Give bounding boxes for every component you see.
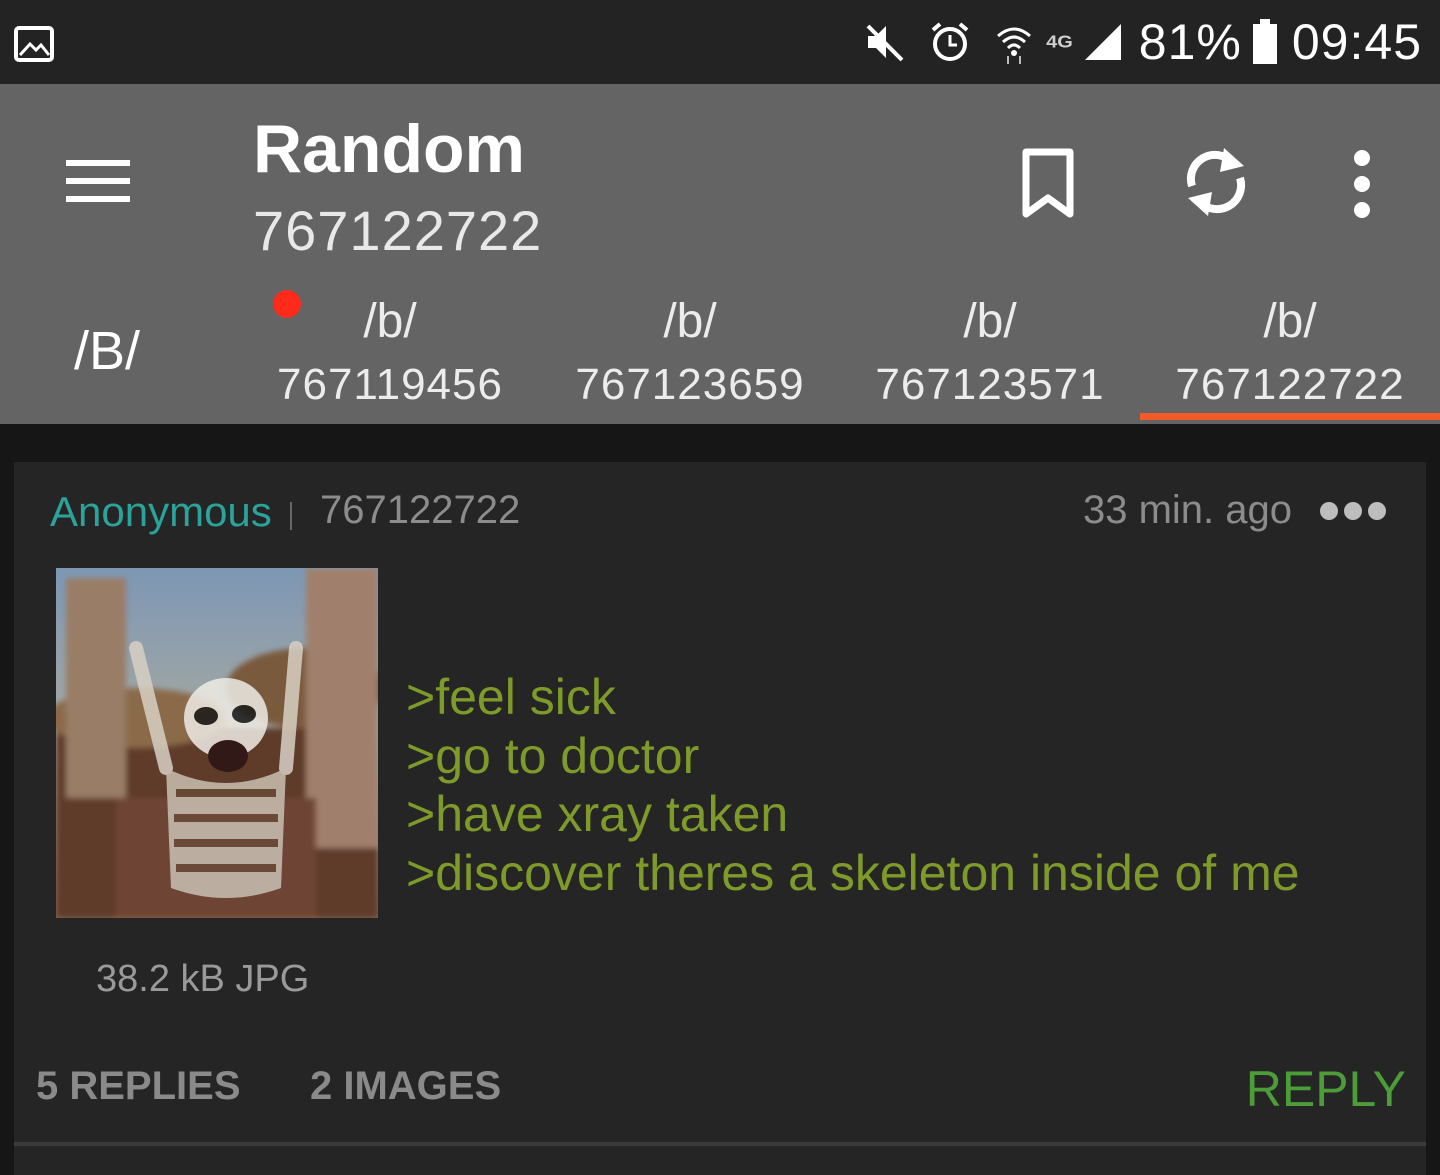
- comment-line: >discover theres a skeleton inside of me: [406, 844, 1300, 901]
- clock: 09:45: [1291, 14, 1422, 70]
- refresh-icon[interactable]: [1178, 140, 1254, 224]
- wifi-icon: [994, 20, 1034, 64]
- tab-thread[interactable]: /b/ 767119456: [240, 284, 540, 424]
- more-vert-icon[interactable]: [1338, 144, 1386, 224]
- comment-line: >feel sick: [406, 669, 616, 725]
- board-label: /B/: [74, 321, 141, 381]
- tab-board: /b/: [963, 295, 1017, 348]
- bookmark-icon[interactable]: [1016, 146, 1080, 222]
- images-count[interactable]: 2 IMAGES: [310, 1064, 501, 1109]
- menu-icon[interactable]: [58, 154, 138, 210]
- tab-board: /b/: [1263, 295, 1317, 348]
- post-comment: >feel sick >go to doctor >have xray take…: [406, 668, 1300, 902]
- poster-name: Anonymous: [50, 488, 272, 535]
- file-info: 38.2 kB JPG: [96, 958, 310, 1000]
- post-number[interactable]: 767122722: [320, 488, 520, 533]
- status-bar: 4G 81% 09:45: [0, 0, 1440, 84]
- comment-line: >go to doctor: [406, 727, 700, 784]
- page-title: Random: [253, 111, 525, 187]
- comment-line: >have xray taken: [406, 786, 789, 842]
- replies-count[interactable]: 5 REPLIES: [36, 1064, 241, 1109]
- toolbar: Random 767122722: [0, 84, 1440, 284]
- active-tab-indicator: [1140, 413, 1440, 420]
- tab-thread[interactable]: /b/ 767123659: [540, 284, 840, 424]
- tab-thread[interactable]: /b/ 767123571: [840, 284, 1140, 424]
- tab-thread-number: 767119456: [277, 360, 503, 409]
- tab-thread-number: 767122722: [1175, 360, 1405, 409]
- tab-thread-number: 767123571: [875, 360, 1105, 409]
- reply-button[interactable]: REPLY: [1246, 1060, 1406, 1118]
- mute-icon: [862, 20, 906, 64]
- signal-icon: [1081, 20, 1125, 64]
- post-time: 33 min. ago: [1082, 488, 1292, 532]
- header-divider: [290, 502, 292, 530]
- alarm-icon: [928, 20, 972, 64]
- battery-percent: 81%: [1138, 14, 1242, 70]
- tab-board: /b/: [663, 295, 717, 348]
- tab-thread-number: 767123659: [575, 360, 805, 409]
- tab-board: /b/: [363, 295, 417, 348]
- next-post-card: [14, 1146, 1426, 1175]
- gallery-icon: [14, 26, 54, 62]
- tab-thread-active[interactable]: /b/ 767122722: [1140, 284, 1440, 424]
- network-type: 4G: [1046, 31, 1073, 52]
- battery-icon: [1252, 19, 1278, 65]
- thread-number-subtitle: 767122722: [253, 199, 543, 262]
- post-options-icon[interactable]: [1320, 502, 1394, 526]
- thread-tabs: /B/ /b/ 767119456 /b/ 767123659 /b/ 7671…: [0, 284, 1440, 424]
- post-thumbnail[interactable]: [56, 568, 378, 918]
- post-card: Anonymous 767122722 33 min. ago >feel si…: [14, 462, 1426, 1142]
